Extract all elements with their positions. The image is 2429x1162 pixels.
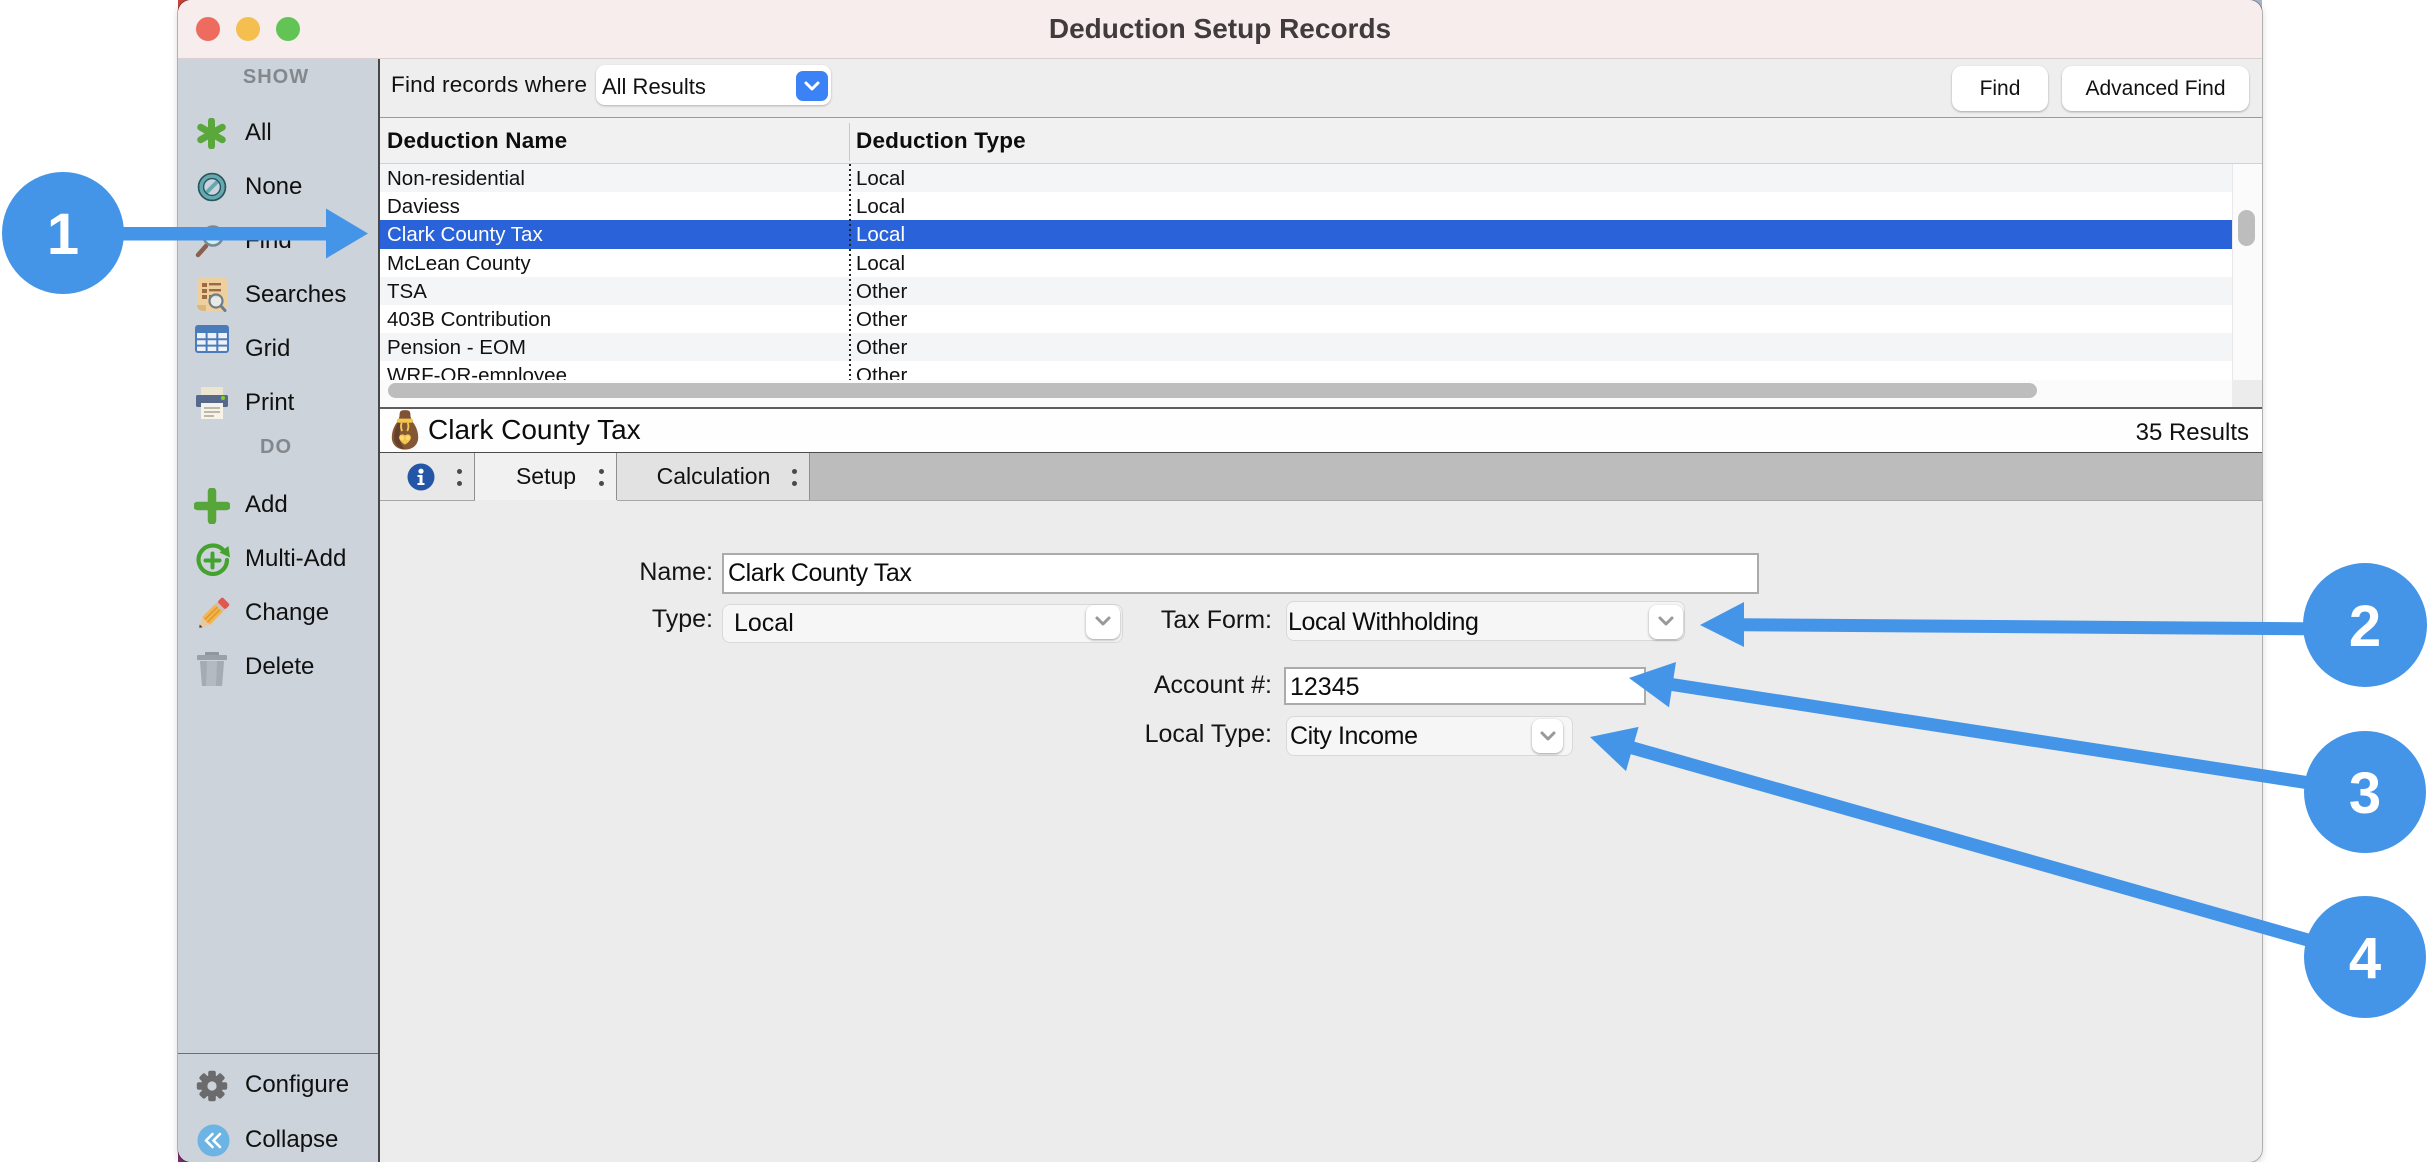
svg-text:4: 4 xyxy=(2349,926,2381,991)
svg-text:2: 2 xyxy=(2349,594,2381,659)
svg-text:1: 1 xyxy=(47,202,79,267)
svg-text:3: 3 xyxy=(2349,761,2381,826)
